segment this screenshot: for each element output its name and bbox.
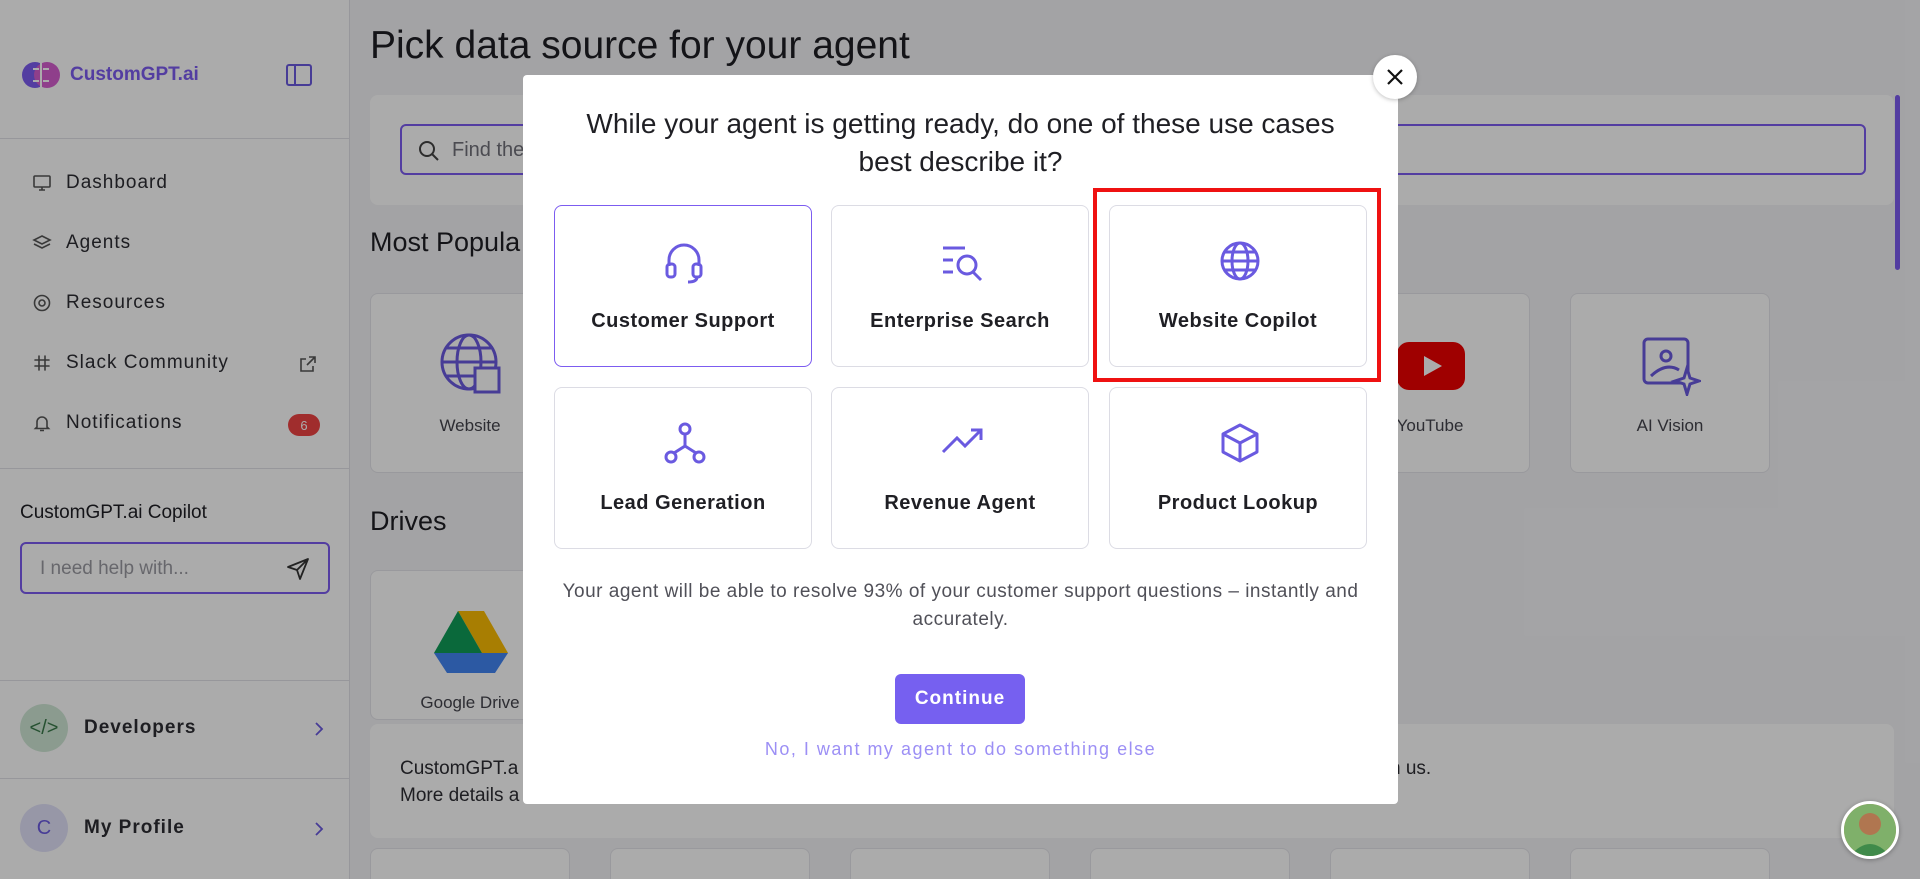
network-icon — [664, 422, 706, 464]
close-modal-button[interactable] — [1373, 55, 1417, 99]
trending-up-icon — [941, 428, 983, 454]
person-avatar-icon — [1844, 804, 1896, 856]
chat-avatar-button[interactable] — [1841, 801, 1899, 859]
option-lead-generation[interactable]: Lead Generation — [554, 387, 812, 549]
option-label: Customer Support — [591, 310, 775, 332]
option-label: Enterprise Search — [870, 310, 1050, 332]
highlight-box — [1093, 188, 1381, 382]
modal-description: Your agent will be able to resolve 93% o… — [562, 581, 1359, 630]
close-icon — [1387, 69, 1403, 85]
box-icon — [1221, 423, 1259, 463]
headset-icon — [665, 243, 703, 284]
search-list-icon — [943, 246, 983, 282]
option-enterprise-search[interactable]: Enterprise Search — [831, 205, 1089, 367]
option-customer-support[interactable]: Customer Support — [554, 205, 812, 367]
use-case-modal: While your agent is getting ready, do on… — [523, 75, 1398, 804]
option-revenue-agent[interactable]: Revenue Agent — [831, 387, 1089, 549]
option-label: Revenue Agent — [884, 492, 1036, 514]
option-product-lookup[interactable]: Product Lookup — [1109, 387, 1367, 549]
continue-button[interactable]: Continue — [895, 674, 1025, 724]
option-label: Lead Generation — [600, 492, 766, 514]
modal-question: While your agent is getting ready, do on… — [586, 108, 1335, 177]
something-else-link[interactable]: No, I want my agent to do something else — [523, 739, 1398, 760]
option-label: Product Lookup — [1157, 492, 1319, 514]
